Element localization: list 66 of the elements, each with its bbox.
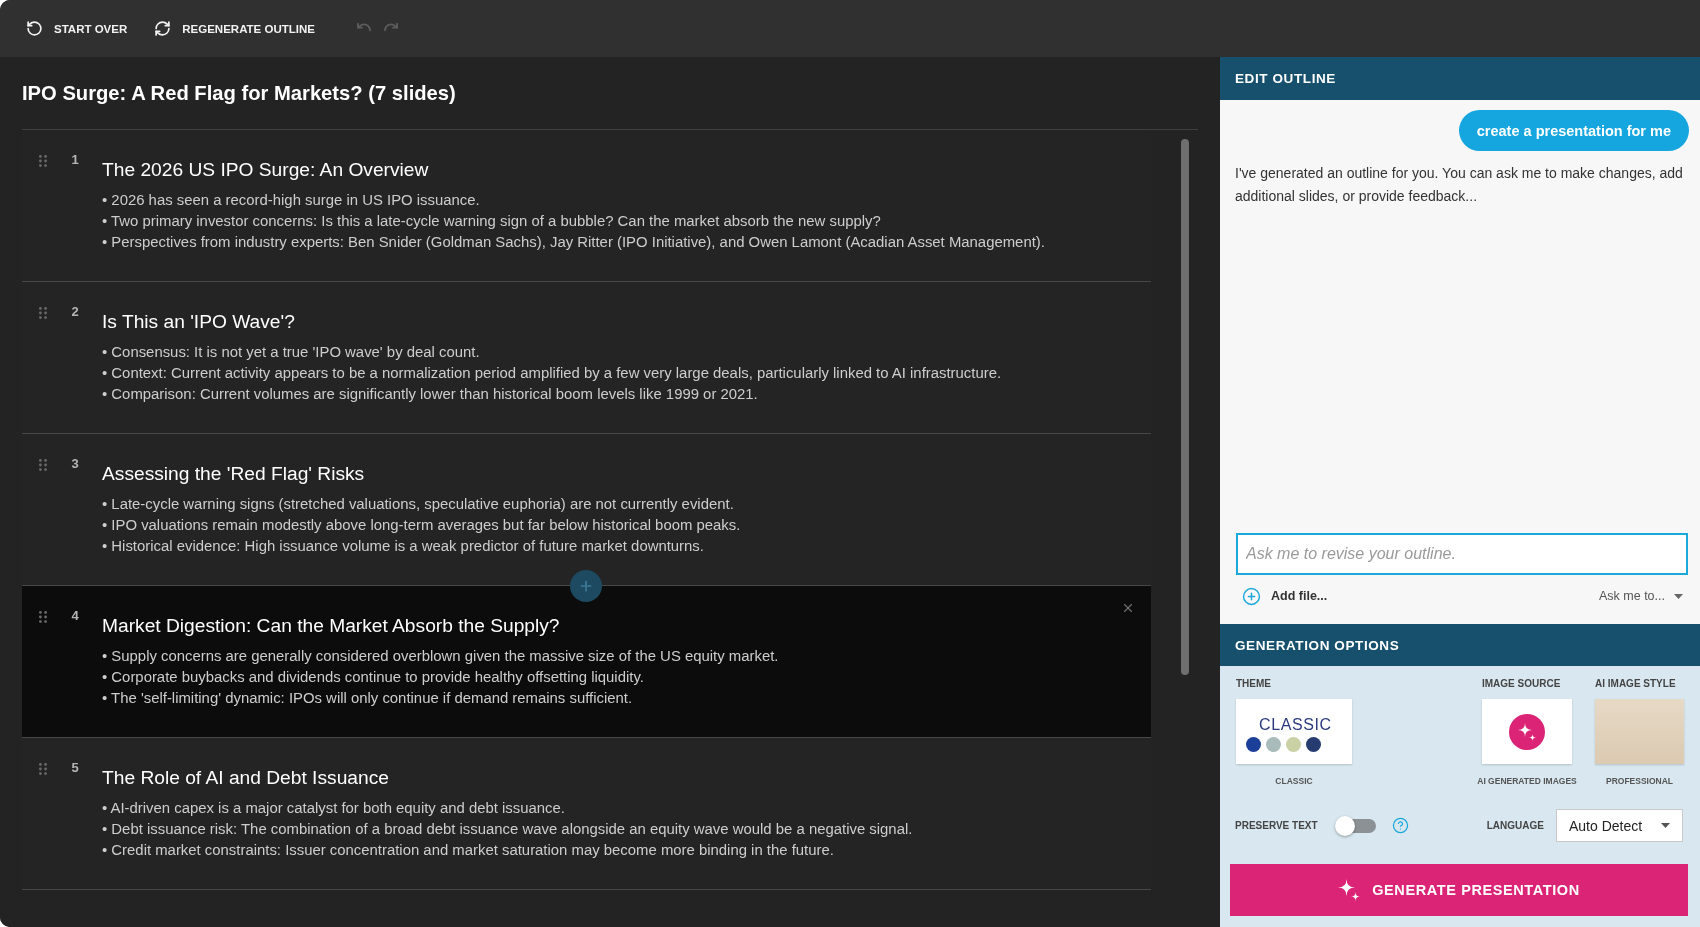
- bullet-text: • Corporate buybacks and dividends continue to provide healthy offsetting liquidity.: [102, 668, 645, 687]
- slide-number: 2: [70, 304, 80, 320]
- bullet-text: • Historical evidence: High issuance volume is a weak predictor of future market downturns.: [102, 537, 705, 556]
- slide-number: 3: [70, 456, 80, 472]
- slide-title[interactable]: The Role of AI and Debt Issuance: [102, 765, 389, 791]
- bullet-text: • The 'self-limiting' dynamic: IPOs will only continue if demand remains sufficient.: [102, 689, 634, 708]
- plus-circle-icon: [1242, 586, 1261, 606]
- image-source-card[interactable]: [1482, 699, 1572, 764]
- option-label: IMAGE SOURCE: [1482, 677, 1561, 691]
- drag-handle-icon[interactable]: [39, 763, 47, 775]
- slide-number: 5: [70, 760, 80, 776]
- edit-outline-header: EDIT OUTLINE: [1220, 57, 1700, 100]
- generation-options-header: GENERATION OPTIONS: [1220, 624, 1700, 666]
- sparkle-icon: [1338, 879, 1361, 901]
- option-label: THEME: [1236, 677, 1271, 691]
- preserve-text-toggle[interactable]: [1333, 814, 1378, 837]
- user-message-bubble: create a presentation for me: [1458, 110, 1689, 151]
- theme-card[interactable]: CLASSIC: [1236, 699, 1352, 764]
- refresh-icon: [154, 20, 172, 37]
- option-caption: CLASSIC: [1275, 775, 1313, 787]
- drag-handle-icon[interactable]: [39, 155, 47, 167]
- slide-item[interactable]: [22, 586, 1151, 738]
- slide-title[interactable]: Is This an 'IPO Wave'?: [102, 309, 295, 335]
- caret-icon: [1661, 823, 1670, 828]
- option-caption: AI GENERATED IMAGES: [1477, 775, 1577, 787]
- drag-handle-icon[interactable]: [39, 611, 47, 623]
- close-icon[interactable]: [1121, 601, 1135, 615]
- slide-title[interactable]: Market Digestion: Can the Market Absorb the Supply?: [102, 613, 560, 639]
- add-file-button[interactable]: Add file...: [1242, 586, 1328, 606]
- drag-handle-icon[interactable]: [39, 459, 47, 471]
- plus-icon: [578, 578, 594, 594]
- regenerate-outline-button[interactable]: REGENERATE OUTLINE: [154, 20, 315, 37]
- option-label: AI IMAGE STYLE: [1595, 677, 1676, 691]
- ask-me-to-dropdown[interactable]: Ask me to...: [1599, 589, 1683, 603]
- generate-presentation-button[interactable]: GENERATE PRESENTATION: [1230, 864, 1688, 916]
- bullet-text: • 2026 has seen a record-high surge in US IPO issuance.: [102, 191, 481, 210]
- preserve-text-label: PRESERVE TEXT: [1235, 818, 1318, 833]
- assistant-message: I've generated an outline for you. You can ask me to make changes, add additional slides, or provide feedback...: [1235, 164, 1684, 206]
- outline-title: IPO Surge: A Red Flag for Markets? (7 slides): [22, 81, 456, 105]
- drag-handle-icon[interactable]: [39, 307, 47, 319]
- help-icon[interactable]: [1391, 817, 1409, 834]
- scrollbar-thumb[interactable]: [1181, 139, 1189, 675]
- theme-name: CLASSIC: [1259, 715, 1332, 734]
- caret-icon: [1674, 593, 1683, 599]
- bullet-text: • Two primary investor concerns: Is this a late-cycle warning sign of a bubble? Can the market absorb the new supply?: [102, 212, 882, 231]
- bullet-text: • Context: Current activity appears to be a normalization period amplified by a few very large deals, particularly linked to AI infrastructure.: [102, 364, 1002, 383]
- language-label: LANGUAGE: [1486, 820, 1544, 831]
- slide-title[interactable]: Assessing the 'Red Flag' Risks: [102, 461, 365, 487]
- bullet-text: • Credit market constraints: Issuer concentration and market saturation may become more binding in the future.: [102, 841, 835, 860]
- start-over-button[interactable]: START OVER: [26, 20, 128, 37]
- option-caption: PROFESSIONAL: [1605, 775, 1674, 787]
- bullet-text: • Debt issuance risk: The combination of a broad debt issuance wave alongside an equity wave would be a negative signal.: [102, 820, 913, 839]
- bullet-text: • Comparison: Current volumes are significantly lower than historical boom levels like 1999 or 2021.: [102, 385, 759, 404]
- counterclockwise-arrow-icon: [26, 20, 43, 37]
- slide-title[interactable]: The 2026 US IPO Surge: An Overview: [102, 157, 429, 183]
- bullet-text: • Consensus: It is not yet a true 'IPO wave' by deal count.: [102, 343, 481, 362]
- bullet-text: • Late-cycle warning signs (stretched valuations, speculative euphoria) are not currently evident.: [102, 495, 735, 514]
- slide-number: 1: [70, 152, 80, 168]
- revise-outline-input[interactable]: Ask me to revise your outline.: [1236, 533, 1688, 575]
- language-select[interactable]: Auto Detect: [1556, 809, 1683, 842]
- bullet-text: • IPO valuations remain modestly above long-term averages but far below historical boom peaks.: [102, 516, 741, 535]
- sparkle-icon: [1509, 713, 1545, 750]
- bullet-text: • Supply concerns are generally considered overblown given the massive size of the US equity market.: [102, 647, 779, 666]
- bullet-text: • Perspectives from industry experts: Ben Snider (Goldman Sachs), Jay Ritter (IPO Initiative), and Owen Lamont (Acadian Asset Management).: [102, 233, 1045, 252]
- bullet-text: • AI-driven capex is a major catalyst for both equity and debt issuance.: [102, 799, 566, 818]
- slide-number: 4: [70, 608, 80, 624]
